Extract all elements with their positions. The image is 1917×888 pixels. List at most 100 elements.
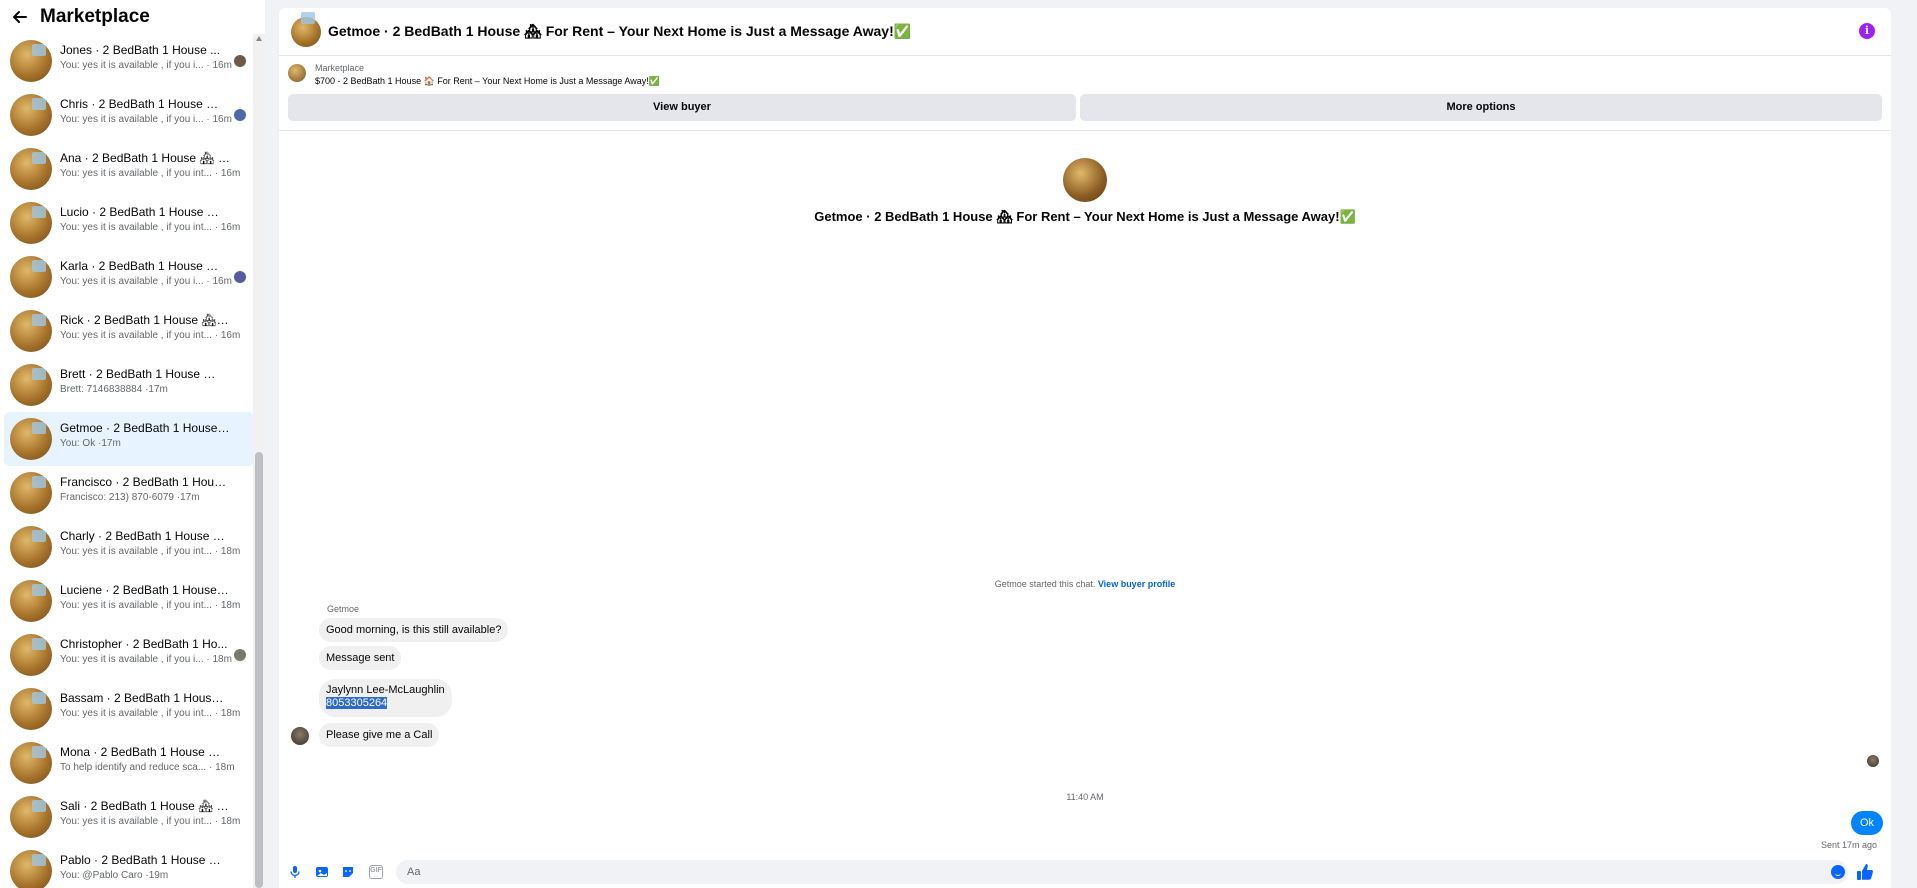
conversation-preview: You: yes it is available , if you int...… (60, 222, 240, 233)
conversation-title: Bassam · 2 BedBath 1 House 🏘... (60, 691, 230, 705)
message-bubble[interactable]: Please give me a Call (319, 723, 440, 747)
message-bubble[interactable]: Good morning, is this still available? (319, 618, 509, 642)
conversation-item[interactable]: Brett · 2 BedBath 1 House 🏘 Fo... Brett:… (4, 358, 254, 412)
conversation-title: Mona · 2 BedBath 1 House 🏘 F... (60, 745, 230, 759)
conversation-preview: You: yes it is available , if you int...… (60, 600, 240, 611)
phone-number-selected[interactable]: 8053305264 (326, 697, 388, 709)
avatar (10, 202, 52, 244)
avatar (10, 526, 52, 568)
conversation-preview: Brett: 7146838884 ·17m (60, 384, 168, 395)
conversation-item[interactable]: Lucio · 2 BedBath 1 House 🏘 F... You: ye… (4, 196, 254, 250)
gif-icon[interactable]: GIF (369, 865, 383, 879)
avatar (10, 634, 52, 676)
thumbs-up-icon[interactable] (1856, 863, 1874, 881)
listing-title[interactable]: $700 - 2 BedBath 1 House 🏠 For Rent – Yo… (315, 76, 660, 87)
contact-name: Jaylynn Lee-McLaughlin (326, 684, 445, 696)
microphone-icon[interactable] (288, 865, 302, 879)
avatar (10, 256, 52, 298)
conversation-item[interactable]: Ana · 2 BedBath 1 House 🏘 For... You: ye… (4, 142, 254, 196)
conversation-preview: You: @Pablo Caro ·19m (60, 870, 169, 881)
read-receipt-avatar (234, 649, 246, 661)
avatar (10, 310, 52, 352)
sidebar-header: Marketplace (0, 0, 265, 34)
conversation-preview: You: yes it is available , if you int...… (60, 708, 240, 719)
scroll-up-icon[interactable] (256, 36, 262, 41)
more-options-button[interactable]: More options (1080, 94, 1882, 121)
conversation-item[interactable]: Francisco · 2 BedBath 1 House ... Franci… (4, 466, 254, 520)
message-bubble[interactable]: Jaylynn Lee-McLaughlin 8053305264 (319, 679, 452, 717)
conversation-item[interactable]: Christopher · 2 BedBath 1 Ho... You: yes… (4, 628, 254, 682)
conversation-title: Luciene · 2 BedBath 1 House 🏘... (60, 583, 230, 597)
conversation-item[interactable]: Charly · 2 BedBath 1 House 🏘 F... You: y… (4, 520, 254, 574)
conversation-list: Jones · 2 BedBath 1 House ... You: yes i… (0, 34, 258, 888)
view-buyer-profile-link[interactable]: View buyer profile (1098, 579, 1175, 589)
conversation-item[interactable]: Chris · 2 BedBath 1 House 🏘 ... You: yes… (4, 88, 254, 142)
conversation-title: Karla · 2 BedBath 1 House 🏘 ... (60, 259, 230, 273)
conversation-title: Jones · 2 BedBath 1 House ... (60, 43, 221, 57)
messenger-app: Marketplace Jones · 2 BedBath 1 House ..… (0, 0, 1917, 888)
avatar (10, 688, 52, 730)
conversation-title: Francisco · 2 BedBath 1 House ... (60, 475, 230, 489)
conversation-item[interactable]: Bassam · 2 BedBath 1 House 🏘... You: yes… (4, 682, 254, 736)
listing-thumbnail[interactable] (288, 64, 306, 82)
conversation-preview: You: yes it is available , if you int...… (60, 330, 240, 341)
chat-started-notice: Getmoe started this chat. View buyer pro… (279, 579, 1891, 589)
chat-intro: Getmoe · 2 BedBath 1 House 🏘 For Rent – … (279, 158, 1891, 225)
message-bubble[interactable]: Message sent (319, 646, 402, 670)
avatar (10, 796, 52, 838)
conversation-title: Lucio · 2 BedBath 1 House 🏘 F... (60, 205, 230, 219)
avatar (10, 472, 52, 514)
photo-icon[interactable] (315, 865, 329, 879)
sticker-icon[interactable] (341, 865, 355, 879)
message-input[interactable] (396, 860, 1848, 884)
conversation-item[interactable]: Jones · 2 BedBath 1 House ... You: yes i… (4, 34, 254, 88)
emoji-icon[interactable] (1831, 865, 1845, 879)
conversation-preview: You: yes it is available , if you int...… (60, 546, 240, 557)
message-composer: GIF (279, 856, 1891, 888)
marketplace-label: Marketplace (315, 63, 365, 73)
intro-name: Getmoe · 2 BedBath 1 House 🏘 For Rent – … (814, 209, 1356, 224)
sender-name: Getmoe (327, 604, 360, 614)
back-arrow-icon[interactable] (12, 9, 28, 25)
conversation-preview: You: yes it is available , if you i... ·… (60, 114, 232, 125)
sent-status: Sent 17m ago (1820, 840, 1877, 850)
read-receipt-avatar (234, 55, 246, 67)
conversation-item-active[interactable]: Getmoe · 2 BedBath 1 House ... You: Ok ·… (4, 412, 254, 466)
avatar (10, 418, 52, 460)
time-divider: 11:40 AM (1066, 792, 1104, 802)
read-receipt-avatar (234, 271, 246, 283)
scrollbar-thumb[interactable] (255, 452, 263, 888)
conversation-item[interactable]: Karla · 2 BedBath 1 House 🏘 ... You: yes… (4, 250, 254, 304)
intro-avatar (1063, 158, 1107, 202)
avatar (10, 580, 52, 622)
avatar (10, 850, 52, 888)
conversation-item[interactable]: Pablo · 2 BedBath 1 House 🏘 F... You: @P… (4, 844, 254, 888)
conversation-preview: You: yes it is available , if you i... ·… (60, 60, 232, 71)
avatar (10, 94, 52, 136)
info-icon[interactable]: i (1859, 23, 1875, 39)
conversation-item[interactable]: Mona · 2 BedBath 1 House 🏘 F... To help … (4, 736, 254, 790)
conversation-title: Christopher · 2 BedBath 1 Ho... (60, 637, 228, 651)
conversation-title: Brett · 2 BedBath 1 House 🏘 Fo... (60, 367, 230, 381)
conversation-preview: You: yes it is available , if you i... ·… (60, 276, 232, 287)
view-buyer-button[interactable]: View buyer (288, 94, 1076, 121)
conversation-item[interactable]: Rick · 2 BedBath 1 House 🏘 For... You: y… (4, 304, 254, 358)
conversation-item[interactable]: Sali · 2 BedBath 1 House 🏘 For ... You: … (4, 790, 254, 844)
avatar (10, 742, 52, 784)
sidebar-title: Marketplace (40, 6, 150, 27)
conversation-preview: You: yes it is available , if you i... ·… (60, 654, 232, 665)
conversation-sidebar: Marketplace Jones · 2 BedBath 1 House ..… (0, 0, 265, 888)
chat-title[interactable]: Getmoe · 2 BedBath 1 House 🏘 For Rent – … (328, 23, 911, 40)
conversation-preview: You: Ok ·17m (60, 438, 121, 449)
read-receipt-avatar (234, 109, 246, 121)
avatar (10, 364, 52, 406)
started-text: Getmoe started this chat. (994, 579, 1096, 589)
conversation-item[interactable]: Luciene · 2 BedBath 1 House 🏘... You: ye… (4, 574, 254, 628)
conversation-title: Chris · 2 BedBath 1 House 🏘 ... (60, 97, 230, 111)
conversation-preview: You: yes it is available , if you int...… (60, 816, 240, 827)
my-message-bubble[interactable]: Ok (1851, 811, 1883, 835)
chat-avatar[interactable] (291, 16, 321, 47)
sidebar-scrollbar[interactable] (253, 32, 265, 888)
conversation-title: Pablo · 2 BedBath 1 House 🏘 F... (60, 853, 230, 867)
conversation-title: Charly · 2 BedBath 1 House 🏘 F... (60, 529, 230, 543)
